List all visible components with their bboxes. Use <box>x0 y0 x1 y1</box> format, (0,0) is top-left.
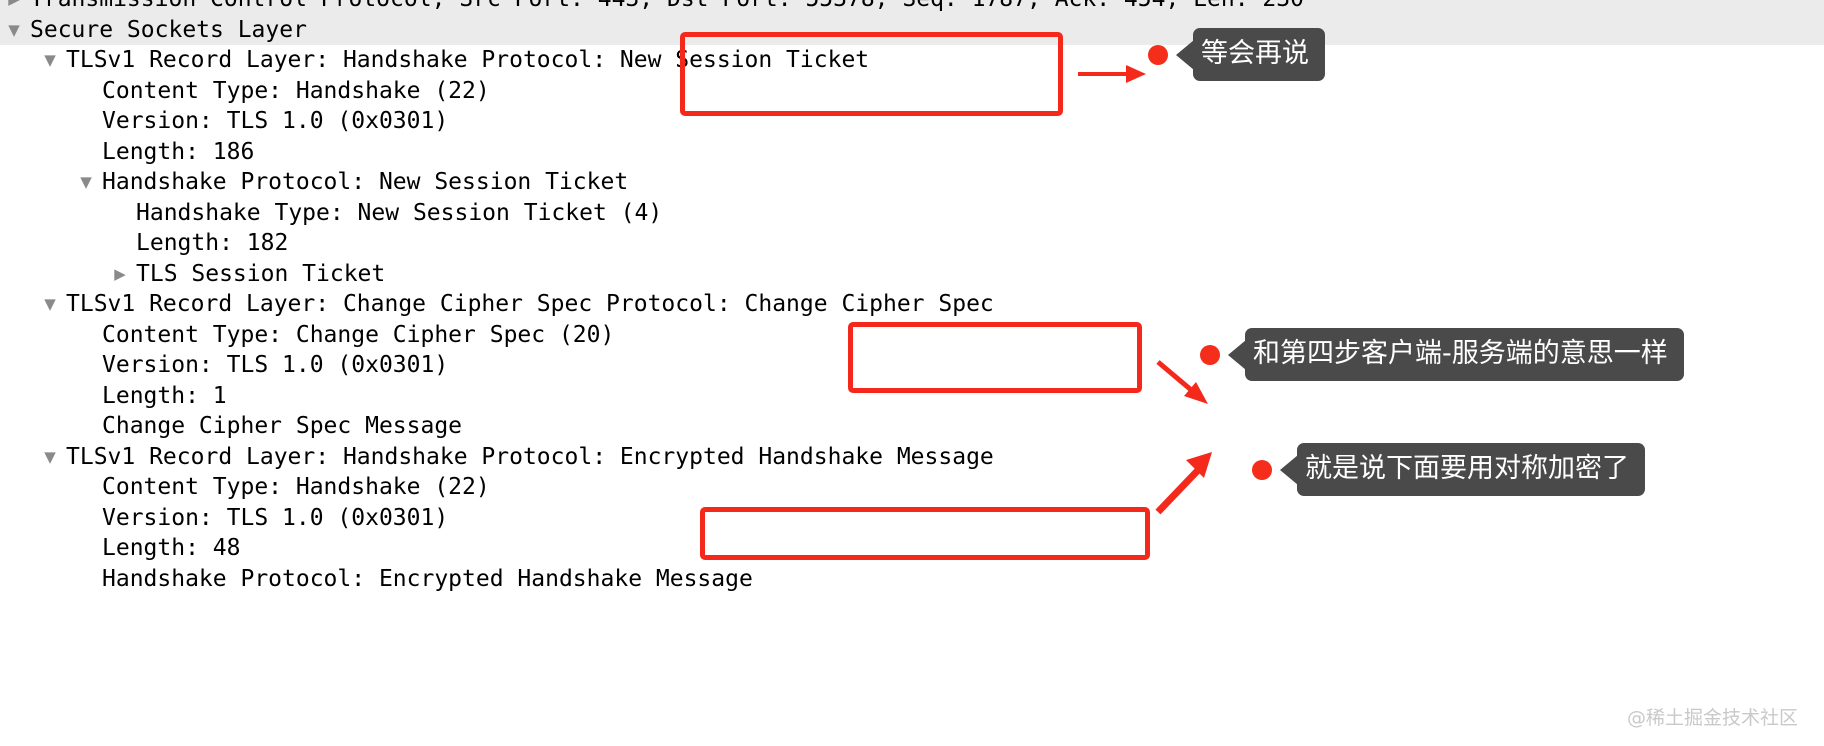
tree-row-label: TLSv1 Record Layer: Handshake Protocol: … <box>66 443 994 470</box>
tree-row-label: Version: TLS 1.0 (0x0301) <box>102 352 449 378</box>
tree-row-label: Version: TLS 1.0 (0x0301) <box>102 108 449 134</box>
collapsed-triangle-icon[interactable]: ▶ <box>110 259 130 290</box>
tree-row-record-1-version[interactable]: Version: TLS 1.0 (0x0301) <box>0 106 1824 137</box>
tree-row-record-2-version[interactable]: Version: TLS 1.0 (0x0301) <box>0 350 1824 381</box>
tree-row-label: Transmission Control Protocol, Src Port:… <box>30 0 1304 15</box>
tree-row-ssl[interactable]: ▼ Secure Sockets Layer <box>0 14 1824 46</box>
tree-row-record-3-handshake[interactable]: Handshake Protocol: Encrypted Handshake … <box>0 564 1824 595</box>
expanded-triangle-icon[interactable]: ▼ <box>40 45 60 76</box>
tree-row-record-1[interactable]: ▼ TLSv1 Record Layer: Handshake Protocol:… <box>0 45 1824 76</box>
tree-row-label: Length: 186 <box>102 138 255 165</box>
expanded-triangle-icon[interactable]: ▼ <box>40 442 60 473</box>
collapsed-triangle-icon[interactable]: ▶ <box>4 0 24 15</box>
tree-row-tcp[interactable]: ▶ Transmission Control Protocol, Src Port… <box>0 0 1824 15</box>
tree-row-label: Content Type: Handshake (22) <box>102 77 490 104</box>
tree-row-label: Length: 1 <box>102 382 227 409</box>
tree-row-record-2[interactable]: ▼ TLSv1 Record Layer: Change Cipher Spec … <box>0 289 1824 320</box>
tree-row-record-1-length[interactable]: Length: 186 <box>0 137 1824 168</box>
expanded-triangle-icon[interactable]: ▼ <box>76 167 96 198</box>
tree-row-record-3-length[interactable]: Length: 48 <box>0 533 1824 564</box>
tree-row-record-2-message[interactable]: Change Cipher Spec Message <box>0 411 1824 442</box>
tree-row-label: TLSv1 Record Layer: Change Cipher Spec P… <box>66 291 994 317</box>
tree-row-label: Handshake Protocol: New Session Ticket <box>102 169 629 195</box>
tree-row-record-3-content-type[interactable]: Content Type: Handshake (22) <box>0 472 1824 503</box>
tree-row-label: TLS Session Ticket <box>136 260 386 287</box>
tree-row-label: Handshake Type: New Session Ticket (4) <box>136 199 663 226</box>
tree-row-record-3[interactable]: ▼ TLSv1 Record Layer: Handshake Protocol:… <box>0 442 1824 473</box>
tree-row-label: TLSv1 Record Layer: Handshake Protocol: … <box>66 47 870 73</box>
tree-row-label: Length: 182 <box>136 230 289 256</box>
tree-row-record-2-content-type[interactable]: Content Type: Change Cipher Spec (20) <box>0 320 1824 351</box>
tree-row-label: Version: TLS 1.0 (0x0301) <box>102 504 449 531</box>
tree-row-record-3-version[interactable]: Version: TLS 1.0 (0x0301) <box>0 503 1824 534</box>
tree-row-label: Handshake Protocol: Encrypted Handshake … <box>102 565 753 592</box>
tree-row-record-1-content-type[interactable]: Content Type: Handshake (22) <box>0 76 1824 107</box>
tree-row-label: Secure Sockets Layer <box>30 16 307 43</box>
tree-row-label: Length: 48 <box>102 535 241 561</box>
tree-row-tls-session-ticket[interactable]: ▶ TLS Session Ticket <box>0 259 1824 290</box>
tree-row-label: Change Cipher Spec Message <box>102 413 463 439</box>
tree-row-handshake-1[interactable]: ▼ Handshake Protocol: New Session Ticket <box>0 167 1824 198</box>
screenshot-root: ▶ Transmission Control Protocol, Src Port… <box>0 0 1824 746</box>
tree-row-handshake-1-type[interactable]: Handshake Type: New Session Ticket (4) <box>0 198 1824 229</box>
tree-row-record-2-length[interactable]: Length: 1 <box>0 381 1824 412</box>
tree-row-handshake-1-length[interactable]: Length: 182 <box>0 228 1824 259</box>
tree-row-label: Content Type: Handshake (22) <box>102 474 490 500</box>
expanded-triangle-icon[interactable]: ▼ <box>40 289 60 320</box>
expanded-triangle-icon[interactable]: ▼ <box>4 15 24 46</box>
packet-details-tree[interactable]: ▶ Transmission Control Protocol, Src Port… <box>0 0 1824 746</box>
tree-row-label: Content Type: Change Cipher Spec (20) <box>102 321 615 348</box>
